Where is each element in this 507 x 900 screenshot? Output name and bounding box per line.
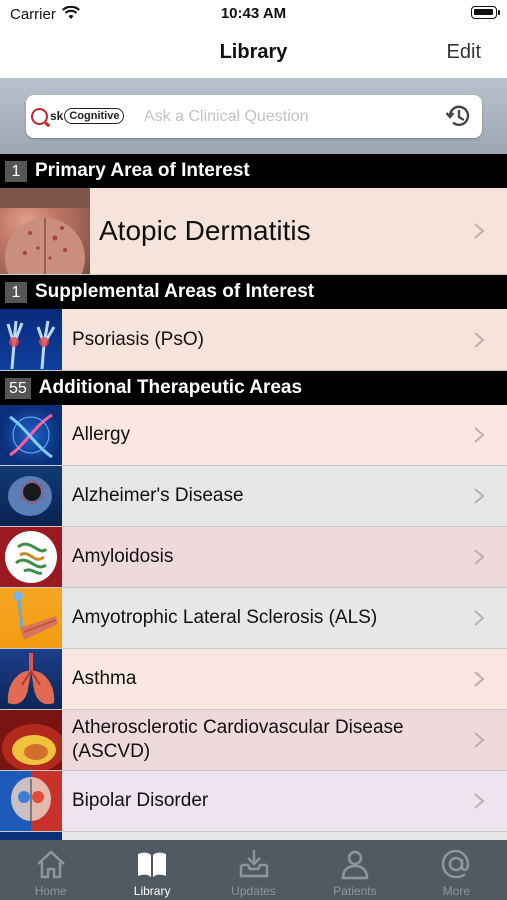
- inbox-download-icon: [239, 850, 268, 878]
- item-label: Amyloidosis: [72, 546, 174, 567]
- alzheimers-thumbnail: [0, 466, 62, 526]
- logo-ask-text: sk: [50, 109, 64, 123]
- magnifier-logo-icon: [31, 107, 48, 125]
- list-item-asthma[interactable]: Asthma: [0, 649, 507, 710]
- psoriasis-thumbnail: [0, 309, 62, 370]
- status-bar: Carrier 10:43 AM: [0, 0, 507, 30]
- chevron-right-icon: [474, 427, 485, 443]
- chevron-right-icon: [474, 488, 485, 504]
- list-item-alzheimers[interactable]: Alzheimer's Disease: [0, 466, 507, 527]
- list-item-amyloidosis[interactable]: Amyloidosis: [0, 527, 507, 588]
- section-count-badge: 1: [5, 281, 27, 303]
- asthma-thumbnail: [0, 649, 62, 709]
- allergy-thumbnail: [0, 405, 62, 465]
- logo-cognitive-text: Cognitive: [64, 108, 125, 124]
- atopic-dermatitis-thumbnail: [0, 188, 90, 274]
- tab-library[interactable]: Library: [101, 840, 202, 900]
- chevron-right-icon: [474, 671, 485, 687]
- item-label: Amyotrophic Lateral Sclerosis (ALS): [72, 607, 378, 628]
- chevron-right-icon: [474, 793, 485, 809]
- tab-bar: Home Library Updates Patients More: [0, 840, 507, 900]
- chevron-right-icon: [474, 331, 485, 348]
- tab-label: Home: [34, 884, 67, 898]
- list-item-partial: [0, 832, 507, 840]
- ask-cognitive-logo: sk Cognitive: [31, 105, 125, 127]
- at-sign-icon: [442, 849, 470, 879]
- section-header-primary: 1 Primary Area of Interest: [0, 154, 507, 188]
- list-item-als[interactable]: Amyotrophic Lateral Sclerosis (ALS): [0, 588, 507, 649]
- item-label: Psoriasis (PsO): [72, 328, 204, 350]
- tab-more[interactable]: More: [406, 840, 507, 900]
- list-item-atopic-dermatitis[interactable]: Atopic Dermatitis: [0, 188, 507, 275]
- person-icon: [341, 850, 369, 880]
- home-icon: [36, 850, 65, 879]
- als-thumbnail: [0, 588, 62, 648]
- edit-button[interactable]: Edit: [447, 41, 481, 64]
- search-box[interactable]: sk Cognitive: [26, 95, 482, 138]
- tab-label: More: [442, 884, 470, 898]
- list-item-psoriasis[interactable]: Psoriasis (PsO): [0, 309, 507, 371]
- section-header-additional: 55 Additional Therapeutic Areas: [0, 371, 507, 405]
- tab-patients[interactable]: Patients: [304, 840, 405, 900]
- section-count-badge: 55: [5, 377, 31, 399]
- chevron-right-icon: [474, 732, 485, 748]
- item-label: Atopic Dermatitis: [99, 215, 311, 246]
- tab-label: Updates: [231, 884, 276, 898]
- amyloidosis-thumbnail: [0, 527, 62, 587]
- bipolar-thumbnail: [0, 771, 62, 831]
- tab-home[interactable]: Home: [0, 840, 101, 900]
- tab-updates[interactable]: Updates: [203, 840, 304, 900]
- history-icon[interactable]: [444, 102, 472, 130]
- chevron-right-icon: [474, 549, 485, 565]
- list-item-bipolar[interactable]: Bipolar Disorder: [0, 771, 507, 832]
- partial-thumbnail: [0, 832, 62, 840]
- section-count-badge: 1: [5, 160, 27, 182]
- item-label: Bipolar Disorder: [72, 790, 209, 811]
- item-label: Asthma: [72, 668, 137, 689]
- item-label: Alzheimer's Disease: [72, 485, 244, 506]
- item-label: Allergy: [72, 424, 131, 445]
- page-title: Library: [219, 41, 288, 63]
- section-header-supplemental: 1 Supplemental Areas of Interest: [0, 275, 507, 309]
- section-title: Primary Area of Interest: [35, 160, 250, 181]
- ascvd-thumbnail: [0, 710, 62, 770]
- book-icon: [138, 852, 167, 877]
- tab-label: Patients: [333, 884, 377, 898]
- list-item-allergy[interactable]: Allergy: [0, 405, 507, 466]
- chevron-right-icon: [474, 610, 485, 626]
- section-title: Additional Therapeutic Areas: [38, 377, 303, 398]
- status-time: 10:43 AM: [220, 5, 287, 22]
- navigation-bar: Library Edit: [0, 30, 507, 78]
- clinical-question-input[interactable]: [144, 104, 434, 129]
- tab-label: Library: [133, 884, 171, 898]
- battery-icon: [471, 6, 500, 19]
- chevron-right-icon: [474, 223, 485, 239]
- item-label: Atherosclerotic Cardiovascular Disease (…: [72, 717, 404, 762]
- section-title: Supplemental Areas of Interest: [35, 281, 315, 302]
- search-area: sk Cognitive: [0, 78, 507, 154]
- list-item-ascvd[interactable]: Atherosclerotic Cardiovascular Disease (…: [0, 710, 507, 771]
